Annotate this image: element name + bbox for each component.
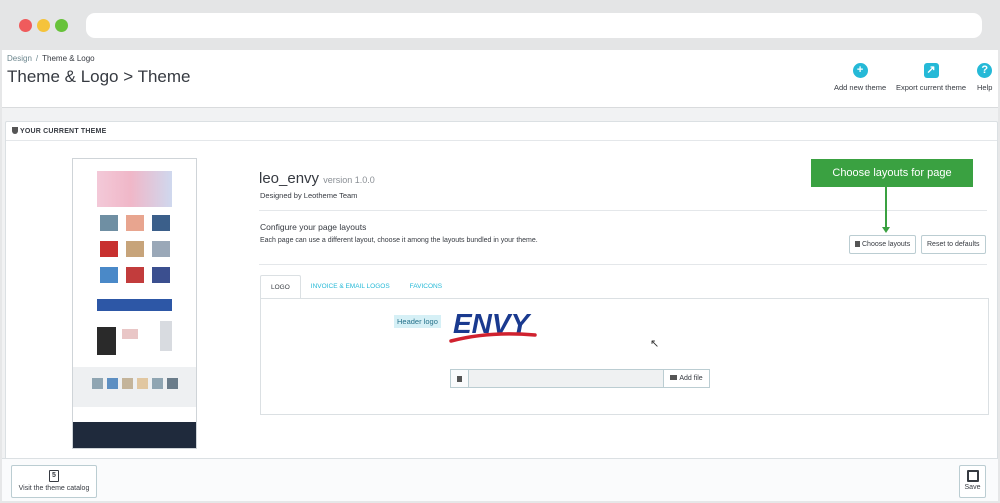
page-title: Theme & Logo > Theme bbox=[7, 67, 191, 86]
divider bbox=[259, 210, 987, 211]
shield-icon bbox=[12, 127, 18, 134]
add-new-theme-button[interactable]: + Add new theme bbox=[834, 63, 886, 92]
plus-circle-icon: + bbox=[852, 63, 868, 78]
logo-tabs: LOGO INVOICE & EMAIL LOGOS FAVICONS bbox=[260, 275, 452, 299]
theme-name-line: leo_envy version 1.0.0 bbox=[259, 170, 375, 187]
theme-preview-thumbnail bbox=[72, 158, 197, 449]
close-window-dot[interactable] bbox=[19, 19, 32, 32]
export-icon: ↗ bbox=[923, 63, 939, 78]
admin-page: Design / Theme & Logo Theme & Logo > Theme… bbox=[2, 50, 998, 501]
export-theme-button[interactable]: ↗ Export current theme bbox=[896, 63, 966, 92]
page-header: Design / Theme & Logo Theme & Logo > Theme… bbox=[2, 50, 998, 108]
header-logo-label: Header logo bbox=[394, 315, 441, 328]
divider bbox=[259, 264, 987, 265]
save-button[interactable]: Save bbox=[959, 465, 986, 498]
folder-open-icon bbox=[670, 375, 678, 380]
logo-file-input[interactable]: Add file bbox=[450, 369, 710, 388]
save-icon bbox=[966, 470, 979, 482]
preview-instagram-strip bbox=[73, 367, 196, 407]
maximize-window-dot[interactable] bbox=[55, 19, 68, 32]
reset-to-defaults-label: Reset to defaults bbox=[927, 241, 980, 248]
help-label: Help bbox=[977, 83, 993, 92]
tab-invoice-email-logos[interactable]: INVOICE & EMAIL LOGOS bbox=[301, 275, 400, 299]
theme-name: leo_envy bbox=[259, 170, 320, 187]
choose-layouts-callout: Choose layouts for page bbox=[811, 159, 973, 187]
html5-icon: 5 bbox=[49, 470, 59, 482]
browser-chrome bbox=[0, 0, 1000, 50]
help-button[interactable]: ? Help bbox=[977, 63, 992, 92]
preview-banner bbox=[97, 299, 172, 311]
export-theme-label: Export current theme bbox=[896, 83, 967, 92]
visit-theme-catalog-button[interactable]: 5 Visit the theme catalog bbox=[11, 465, 97, 498]
callout-arrow-head bbox=[882, 227, 890, 233]
preview-footer bbox=[73, 422, 196, 448]
callout-arrow-line bbox=[885, 187, 887, 229]
choose-layouts-label: Choose layouts bbox=[862, 241, 911, 248]
envy-logo-image: ENVY bbox=[449, 308, 537, 343]
save-label: Save bbox=[964, 484, 981, 491]
help-icon: ? bbox=[977, 63, 993, 78]
add-new-theme-label: Add new theme bbox=[834, 83, 887, 92]
panel-heading-label: YOUR CURRENT THEME bbox=[20, 128, 107, 135]
preview-featured-row bbox=[97, 321, 172, 355]
mouse-cursor-icon: ↖ bbox=[650, 338, 660, 350]
layouts-title: Configure your page layouts bbox=[260, 222, 367, 232]
current-theme-panel: YOUR CURRENT THEME leo_envy version 1.0.… bbox=[5, 121, 998, 461]
file-icon bbox=[855, 241, 860, 247]
preview-product-grid bbox=[100, 215, 192, 283]
theme-version: version 1.0.0 bbox=[323, 175, 375, 185]
breadcrumb-parent[interactable]: Design bbox=[7, 54, 32, 63]
choose-layouts-button[interactable]: Choose layouts bbox=[849, 235, 917, 254]
breadcrumb-current: Theme & Logo bbox=[42, 54, 95, 63]
visit-theme-catalog-label: Visit the theme catalog bbox=[18, 485, 90, 492]
add-file-label: Add file bbox=[679, 375, 703, 382]
layouts-description: Each page can use a different layout, ch… bbox=[260, 237, 538, 244]
breadcrumb: Design / Theme & Logo bbox=[7, 54, 95, 63]
logo-tab-content: Header logo ENVY ↖ Add file bbox=[260, 298, 989, 415]
breadcrumb-separator: / bbox=[35, 54, 39, 63]
reset-to-defaults-button[interactable]: Reset to defaults bbox=[921, 235, 986, 254]
file-name-field[interactable] bbox=[469, 370, 663, 387]
minimize-window-dot[interactable] bbox=[37, 19, 50, 32]
file-icon bbox=[451, 370, 469, 387]
preview-hero-image bbox=[97, 171, 172, 207]
panel-heading: YOUR CURRENT THEME bbox=[6, 122, 997, 141]
add-file-button[interactable]: Add file bbox=[663, 370, 709, 387]
tab-favicons[interactable]: FAVICONS bbox=[400, 275, 452, 299]
theme-author: Designed by Leotheme Team bbox=[260, 191, 358, 200]
tab-logo[interactable]: LOGO bbox=[260, 275, 301, 299]
panel-footer: 5 Visit the theme catalog Save bbox=[2, 458, 998, 501]
address-bar[interactable] bbox=[86, 13, 982, 38]
